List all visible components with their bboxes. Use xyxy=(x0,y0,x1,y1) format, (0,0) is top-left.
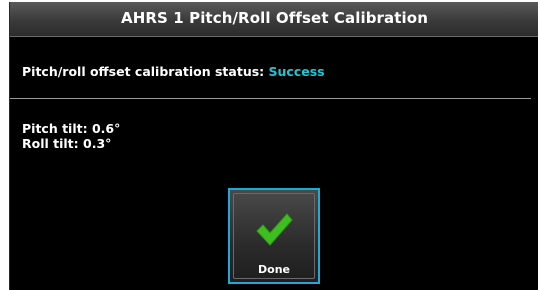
calibration-status-value: Success xyxy=(268,64,325,79)
calibration-status-line: Pitch/roll offset calibration status: Su… xyxy=(22,64,325,79)
divider xyxy=(10,98,531,99)
checkmark-icon xyxy=(256,213,293,246)
done-button[interactable]: Done xyxy=(228,188,320,284)
dialog-title: AHRS 1 Pitch/Roll Offset Calibration xyxy=(121,9,428,27)
pitch-tilt-readout: Pitch tilt: 0.6° xyxy=(22,121,121,136)
calibration-dialog: AHRS 1 Pitch/Roll Offset Calibration Pit… xyxy=(9,2,538,290)
roll-tilt-readout: Roll tilt: 0.3° xyxy=(22,136,112,151)
calibration-status-label: Pitch/roll offset calibration status: xyxy=(22,64,265,79)
done-button-label: Done xyxy=(258,263,290,276)
screen: AHRS 1 Pitch/Roll Offset Calibration Pit… xyxy=(0,0,538,290)
title-bar: AHRS 1 Pitch/Roll Offset Calibration xyxy=(10,2,538,37)
